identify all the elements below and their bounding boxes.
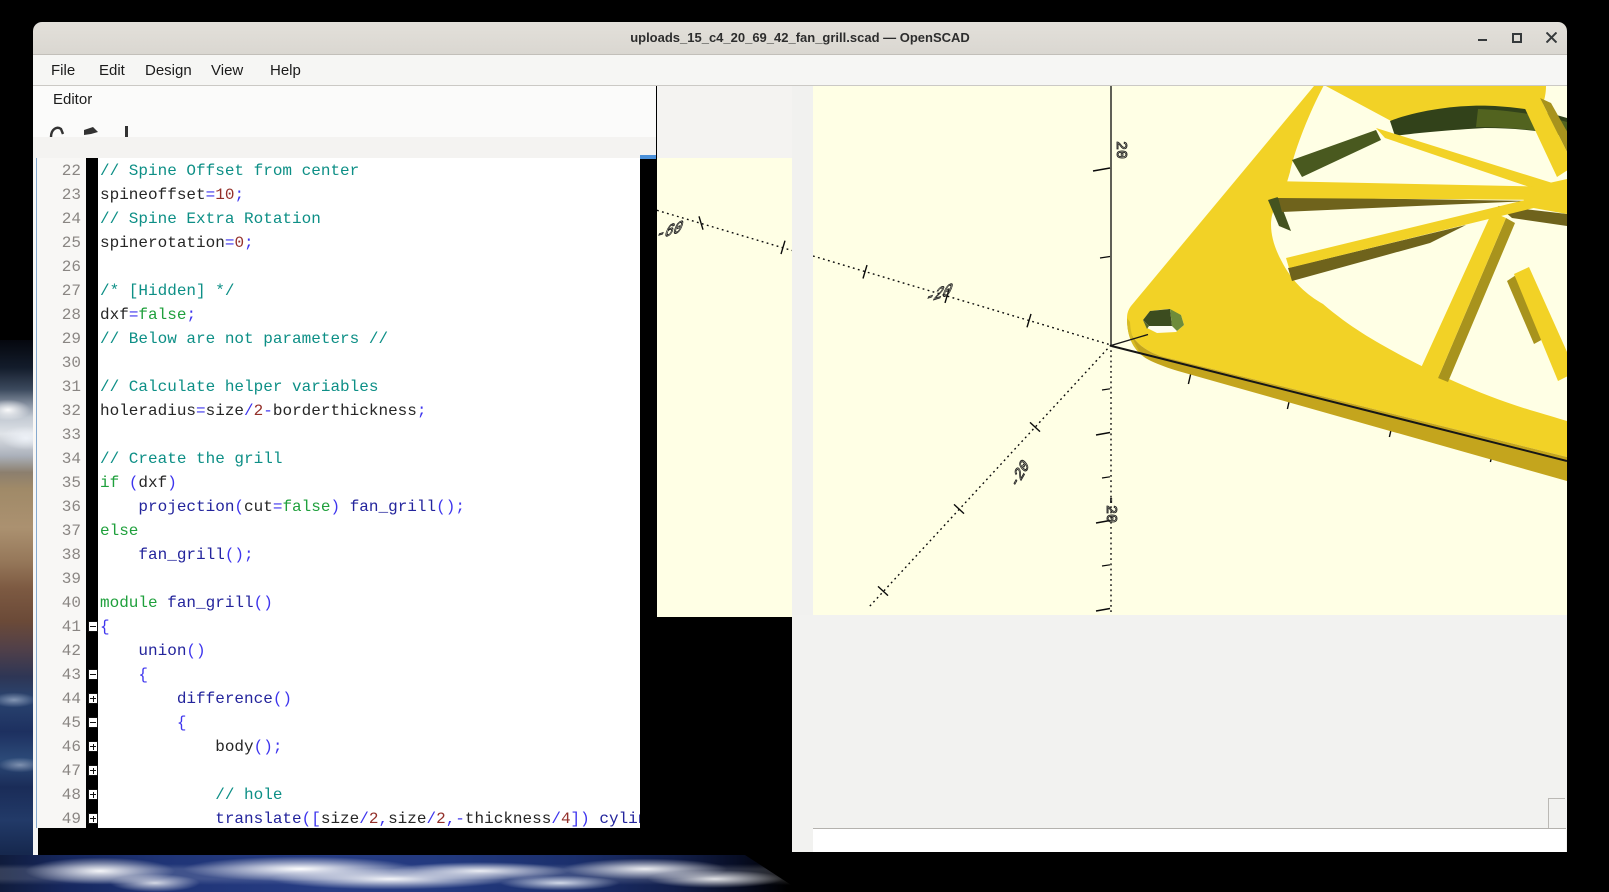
svg-text:-20: -20 <box>1007 456 1033 493</box>
svg-text:-60: -60 <box>657 218 686 246</box>
svg-text:-20: -20 <box>921 280 955 309</box>
svg-text:20: 20 <box>1112 141 1129 159</box>
svg-text:-20: -20 <box>1102 496 1119 523</box>
